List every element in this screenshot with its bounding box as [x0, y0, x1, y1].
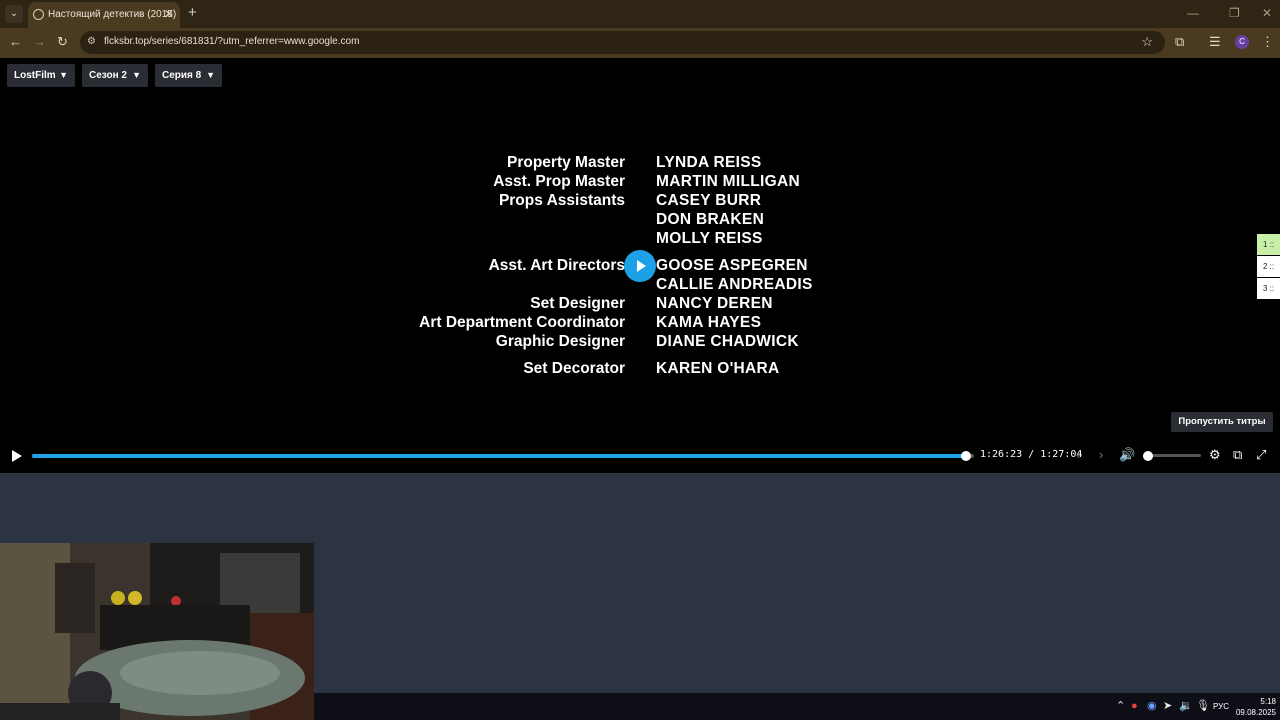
- webcam-image: [0, 543, 314, 720]
- taskbar-clock[interactable]: 5:18 09.08.2025: [1232, 696, 1276, 718]
- browser-titlebar: ⌄ Настоящий детектив (2015) ✕ + — ❐ ✕: [0, 0, 1280, 28]
- clock-time: 5:18: [1260, 697, 1276, 706]
- volume-slider[interactable]: [1142, 450, 1201, 461]
- player-controls: 1:26:23 / 1:27:04 ‹ › 🔊 ⚙ ⧉ ⤢: [0, 444, 1280, 468]
- credit-name: CALLIE ANDREADIS: [656, 276, 813, 293]
- volume-handle[interactable]: [1142, 450, 1153, 461]
- profile-avatar[interactable]: C: [1235, 35, 1249, 49]
- credit-name: MARTIN MILLIGAN: [656, 173, 800, 190]
- seek-handle[interactable]: [961, 451, 972, 461]
- quality-tab-3[interactable]: 3 ::: [1257, 278, 1280, 299]
- fullscreen-icon[interactable]: ⤢: [1256, 447, 1266, 463]
- restore-icon[interactable]: ❐: [1229, 6, 1240, 20]
- play-icon[interactable]: [12, 450, 22, 462]
- forward-arrow-icon[interactable]: →: [33, 34, 46, 50]
- chevron-down-icon: ▼: [59, 70, 68, 80]
- credit-role: Property Master: [506, 154, 625, 171]
- bookmark-star-icon[interactable]: ☆: [1141, 34, 1153, 50]
- microphone-icon[interactable]: 🎙: [1196, 699, 1210, 713]
- input-language[interactable]: РУС: [1213, 702, 1229, 711]
- season-select[interactable]: Сезон 2 ▼: [82, 64, 148, 87]
- window-close-icon[interactable]: ✕: [1262, 6, 1272, 20]
- tray-app-icon[interactable]: ●: [1131, 699, 1138, 713]
- credit-role: Set Decorator: [523, 360, 625, 377]
- credit-name: LYNDA REISS: [656, 154, 762, 171]
- address-bar[interactable]: ⚙ flcksbr.top/series/681831/?utm_referre…: [80, 31, 1165, 54]
- credit-name: DIANE CHADWICK: [656, 333, 799, 350]
- volume-icon[interactable]: 🔊: [1119, 447, 1135, 463]
- credit-name: NANCY DEREN: [656, 295, 773, 312]
- new-tab-plus-icon[interactable]: +: [188, 5, 197, 21]
- credit-name: DON BRAKEN: [656, 211, 765, 228]
- telegram-icon[interactable]: ➤: [1163, 699, 1172, 713]
- credit-name: KAMA HAYES: [656, 314, 762, 331]
- more-menu-icon[interactable]: ⋮: [1261, 34, 1274, 50]
- seek-progress: [32, 454, 967, 458]
- tab-favicon-icon: [33, 9, 44, 20]
- speaker-icon[interactable]: 🔉: [1179, 699, 1193, 713]
- credit-role: Set Designer: [530, 295, 625, 312]
- skip-credits-button[interactable]: Пропустить титры: [1171, 412, 1273, 432]
- credit-name: KAREN O'HARA: [656, 360, 780, 377]
- back-arrow-icon[interactable]: ←: [9, 34, 22, 50]
- chevron-down-icon: ▼: [132, 70, 141, 80]
- credit-role: Graphic Designer: [495, 333, 625, 350]
- popout-icon[interactable]: ⧉: [1233, 447, 1242, 463]
- quality-tab-2[interactable]: 2 ::: [1257, 256, 1280, 277]
- translation-select-value: LostFilm: [14, 70, 56, 81]
- reading-list-icon[interactable]: ☰: [1209, 34, 1221, 50]
- episode-select[interactable]: Серия 8 ▼: [155, 64, 222, 87]
- credit-name: MOLLY REISS: [656, 230, 763, 247]
- credit-role: Props Assistants: [498, 192, 625, 209]
- current-time: 1:26:23: [980, 449, 1023, 460]
- time-display: 1:26:23 / 1:27:04: [980, 449, 1082, 460]
- minimize-icon[interactable]: —: [1187, 6, 1199, 20]
- quality-tab-1[interactable]: 1 ::: [1257, 234, 1280, 255]
- center-play-button[interactable]: [624, 250, 656, 282]
- tray-overflow-chevron-icon[interactable]: ⌃: [1116, 699, 1125, 713]
- tab-search-chevron-icon[interactable]: ⌄: [5, 5, 23, 23]
- time-separator: /: [1028, 449, 1035, 460]
- chevron-down-icon: ▼: [206, 70, 215, 80]
- seek-bar[interactable]: [32, 451, 974, 461]
- url-text[interactable]: flcksbr.top/series/681831/?utm_referrer=…: [104, 36, 359, 47]
- credit-name: GOOSE ASPEGREN: [656, 257, 808, 274]
- translation-select[interactable]: LostFilm ▼: [7, 64, 75, 87]
- browser-tab[interactable]: Настоящий детектив (2015) ✕: [28, 2, 180, 28]
- credit-role: Art Department Coordinator: [419, 314, 625, 331]
- reload-icon[interactable]: ↻: [57, 34, 68, 50]
- previous-episode-icon[interactable]: ‹: [1076, 447, 1080, 463]
- video-player[interactable]: LostFilm ▼ Сезон 2 ▼ Серия 8 ▼ Property …: [0, 58, 1280, 473]
- episode-select-value: Серия 8: [162, 70, 202, 81]
- site-settings-icon[interactable]: ⚙: [87, 36, 96, 47]
- season-select-value: Сезон 2: [89, 70, 127, 81]
- tab-close-icon[interactable]: ✕: [164, 7, 174, 21]
- tab-title: Настоящий детектив (2015): [48, 9, 177, 20]
- steam-icon[interactable]: ◉: [1147, 699, 1157, 713]
- credit-role: Asst. Prop Master: [493, 173, 625, 190]
- webcam-overlay: [0, 543, 314, 720]
- next-episode-icon[interactable]: ›: [1099, 447, 1103, 463]
- settings-gear-icon[interactable]: ⚙: [1209, 447, 1221, 463]
- extensions-puzzle-icon[interactable]: ⧉: [1175, 34, 1184, 50]
- clock-date: 09.08.2025: [1235, 708, 1276, 717]
- credit-role: Asst. Art Directors: [488, 257, 625, 274]
- browser-toolbar: ← → ↻ ⚙ flcksbr.top/series/681831/?utm_r…: [0, 28, 1280, 58]
- credit-name: CASEY BURR: [656, 192, 762, 209]
